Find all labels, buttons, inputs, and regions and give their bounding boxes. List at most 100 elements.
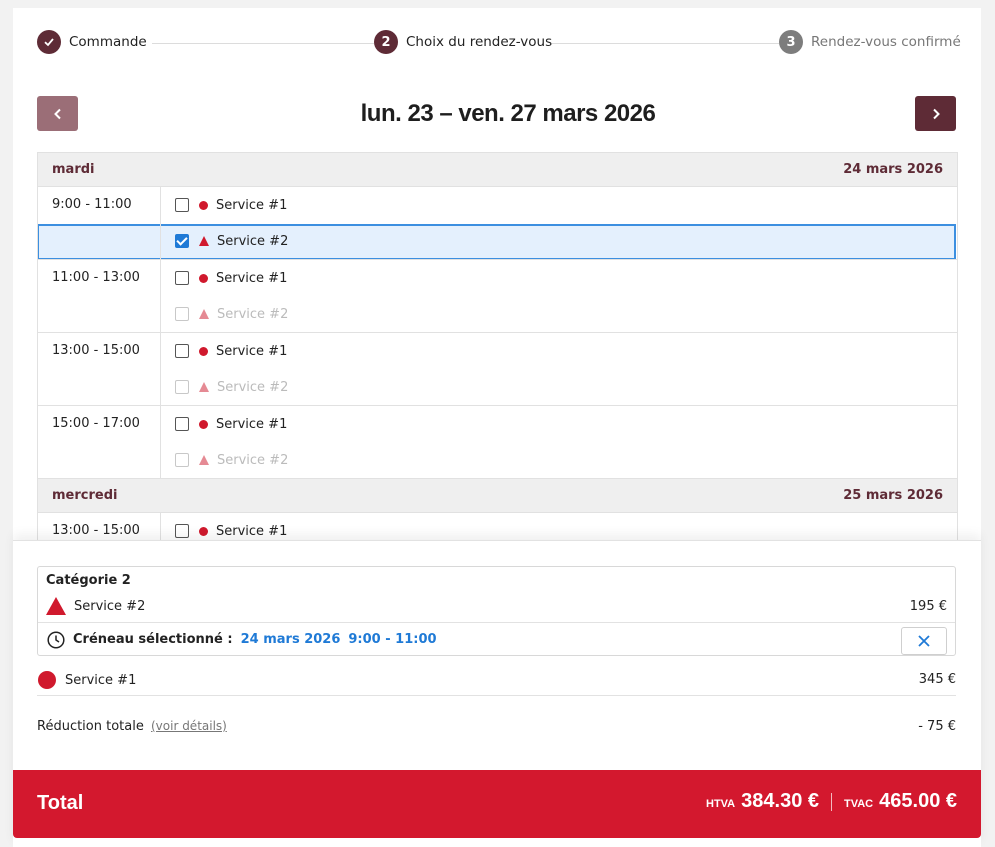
service-price: 195 € xyxy=(909,599,947,614)
schedule-list[interactable]: mardi 24 mars 2026 9:00 - 11:00 Service … xyxy=(37,152,958,540)
option-checkbox[interactable] xyxy=(175,524,189,538)
day-name: mercredi xyxy=(52,488,118,503)
option-checkbox[interactable] xyxy=(175,198,189,212)
time-slot: 15:00 - 17:00 Service #1 Service #2 xyxy=(38,406,957,478)
reduction-details-link[interactable]: (voir détails) xyxy=(151,719,227,733)
booking-card: Commande 2 Choix du rendez-vous 3 Rendez… xyxy=(13,8,981,847)
triangle-icon xyxy=(199,236,209,246)
reduction-line: Réduction totale (voir détails) - 75 € xyxy=(37,719,956,734)
circle-icon xyxy=(199,526,208,536)
day-date: 24 mars 2026 xyxy=(843,162,943,177)
option-label: Service #1 xyxy=(216,523,288,539)
step-connector xyxy=(152,43,377,44)
step-number: 2 xyxy=(374,30,398,54)
option-label: Service #1 xyxy=(216,343,288,359)
category-title: Catégorie 2 xyxy=(46,573,131,588)
selected-slot-label: Créneau sélectionné : xyxy=(73,632,233,647)
step-connector xyxy=(552,43,784,44)
option-checkbox[interactable] xyxy=(175,271,189,285)
day-date: 25 mars 2026 xyxy=(843,488,943,503)
service-label: Service #1 xyxy=(65,672,137,688)
day-header: mardi 24 mars 2026 xyxy=(38,152,957,187)
triangle-icon xyxy=(199,309,209,319)
close-icon xyxy=(918,635,930,647)
slot-time: 13:00 - 15:00 xyxy=(38,333,161,405)
chevron-right-icon xyxy=(932,108,940,119)
step-label: Commande xyxy=(69,34,147,50)
option-checkbox[interactable] xyxy=(175,344,189,358)
service-price: 345 € xyxy=(918,672,956,687)
slot-option-disabled: Service #2 xyxy=(161,369,957,405)
slot-time: 11:00 - 13:00 xyxy=(38,260,161,332)
step-number: 3 xyxy=(779,30,803,54)
circle-icon xyxy=(199,273,208,283)
slot-option-disabled: Service #2 xyxy=(161,296,957,332)
slot-option-selected[interactable]: Service #2 xyxy=(161,223,957,259)
tvac-value: 465.00 € xyxy=(879,790,957,812)
selected-slot-line: Créneau sélectionné : 24 mars 2026 9:00 … xyxy=(38,622,955,656)
clock-icon xyxy=(47,630,65,649)
category-box: Catégorie 2 Service #2 195 € Créneau sél… xyxy=(37,566,956,656)
slot-time: 13:00 - 15:00 xyxy=(38,513,161,540)
circle-icon xyxy=(199,200,208,210)
service-1-line: Service #1 345 € xyxy=(37,665,956,696)
slot-time: 9:00 - 11:00 xyxy=(38,187,161,259)
slot-option-disabled: Service #2 xyxy=(161,442,957,478)
step-choix-rendez-vous: 2 Choix du rendez-vous xyxy=(374,30,553,54)
category-service: Service #2 xyxy=(46,597,946,615)
option-label: Service #2 xyxy=(217,306,289,322)
day-name: mardi xyxy=(52,162,95,177)
service-label: Service #2 xyxy=(74,598,146,614)
step-label: Choix du rendez-vous xyxy=(406,34,553,50)
step-commande: Commande xyxy=(37,30,147,54)
order-summary: Catégorie 2 Service #2 195 € Créneau sél… xyxy=(13,540,981,847)
reduction-label: Réduction totale xyxy=(37,719,144,734)
option-label: Service #1 xyxy=(216,197,288,213)
previous-week-button[interactable] xyxy=(37,96,78,131)
day-header: mercredi 25 mars 2026 xyxy=(38,478,957,513)
remove-slot-button[interactable] xyxy=(901,627,947,655)
slot-option[interactable]: Service #1 xyxy=(161,333,957,369)
slot-option[interactable]: Service #1 xyxy=(161,260,957,296)
week-title: lun. 23 – ven. 27 mars 2026 xyxy=(360,100,656,127)
option-label: Service #1 xyxy=(216,270,288,286)
total-label: Total xyxy=(37,792,84,814)
total-values: HTVA 384.30 € TVAC 465.00 € xyxy=(706,790,957,813)
selected-slot-time: 9:00 - 11:00 xyxy=(348,632,437,647)
htva-value: 384.30 € xyxy=(741,790,819,812)
triangle-icon xyxy=(199,382,209,392)
time-slot: 13:00 - 15:00 Service #1 Service #2 xyxy=(38,333,957,406)
triangle-icon xyxy=(199,455,209,465)
time-slot: 11:00 - 13:00 Service #1 Service #2 xyxy=(38,260,957,333)
chevron-left-icon xyxy=(53,108,61,119)
triangle-icon xyxy=(46,597,66,615)
step-label: Rendez-vous confirmé xyxy=(811,34,961,50)
option-label: Service #2 xyxy=(217,452,289,468)
slot-option[interactable]: Service #1 xyxy=(161,513,957,540)
check-icon xyxy=(37,30,61,54)
slot-option[interactable]: Service #1 xyxy=(161,406,957,442)
slot-option[interactable]: Service #1 xyxy=(161,187,957,223)
option-checkbox xyxy=(175,307,189,321)
circle-icon xyxy=(199,346,208,356)
total-bar: Total HTVA 384.30 € TVAC 465.00 € xyxy=(13,770,981,838)
total-divider xyxy=(831,792,832,811)
circle-icon xyxy=(38,671,56,689)
option-label: Service #2 xyxy=(217,233,289,249)
reduction-value: - 75 € xyxy=(918,719,956,734)
tvac-label: TVAC xyxy=(844,798,874,810)
progress-stepper: Commande 2 Choix du rendez-vous 3 Rendez… xyxy=(37,30,961,58)
option-label: Service #1 xyxy=(216,416,288,432)
htva-label: HTVA xyxy=(706,798,736,810)
option-checkbox xyxy=(175,453,189,467)
option-label: Service #2 xyxy=(217,379,289,395)
step-rendez-vous-confirme: 3 Rendez-vous confirmé xyxy=(779,30,961,54)
selected-slot-date: 24 mars 2026 xyxy=(240,632,341,647)
slot-time: 15:00 - 17:00 xyxy=(38,406,161,478)
next-week-button[interactable] xyxy=(915,96,956,131)
option-checkbox xyxy=(175,380,189,394)
option-checkbox-checked[interactable] xyxy=(175,234,189,248)
option-checkbox[interactable] xyxy=(175,417,189,431)
time-slot: 9:00 - 11:00 Service #1 Service #2 xyxy=(38,187,957,260)
time-slot: 13:00 - 15:00 Service #1 xyxy=(38,513,957,540)
